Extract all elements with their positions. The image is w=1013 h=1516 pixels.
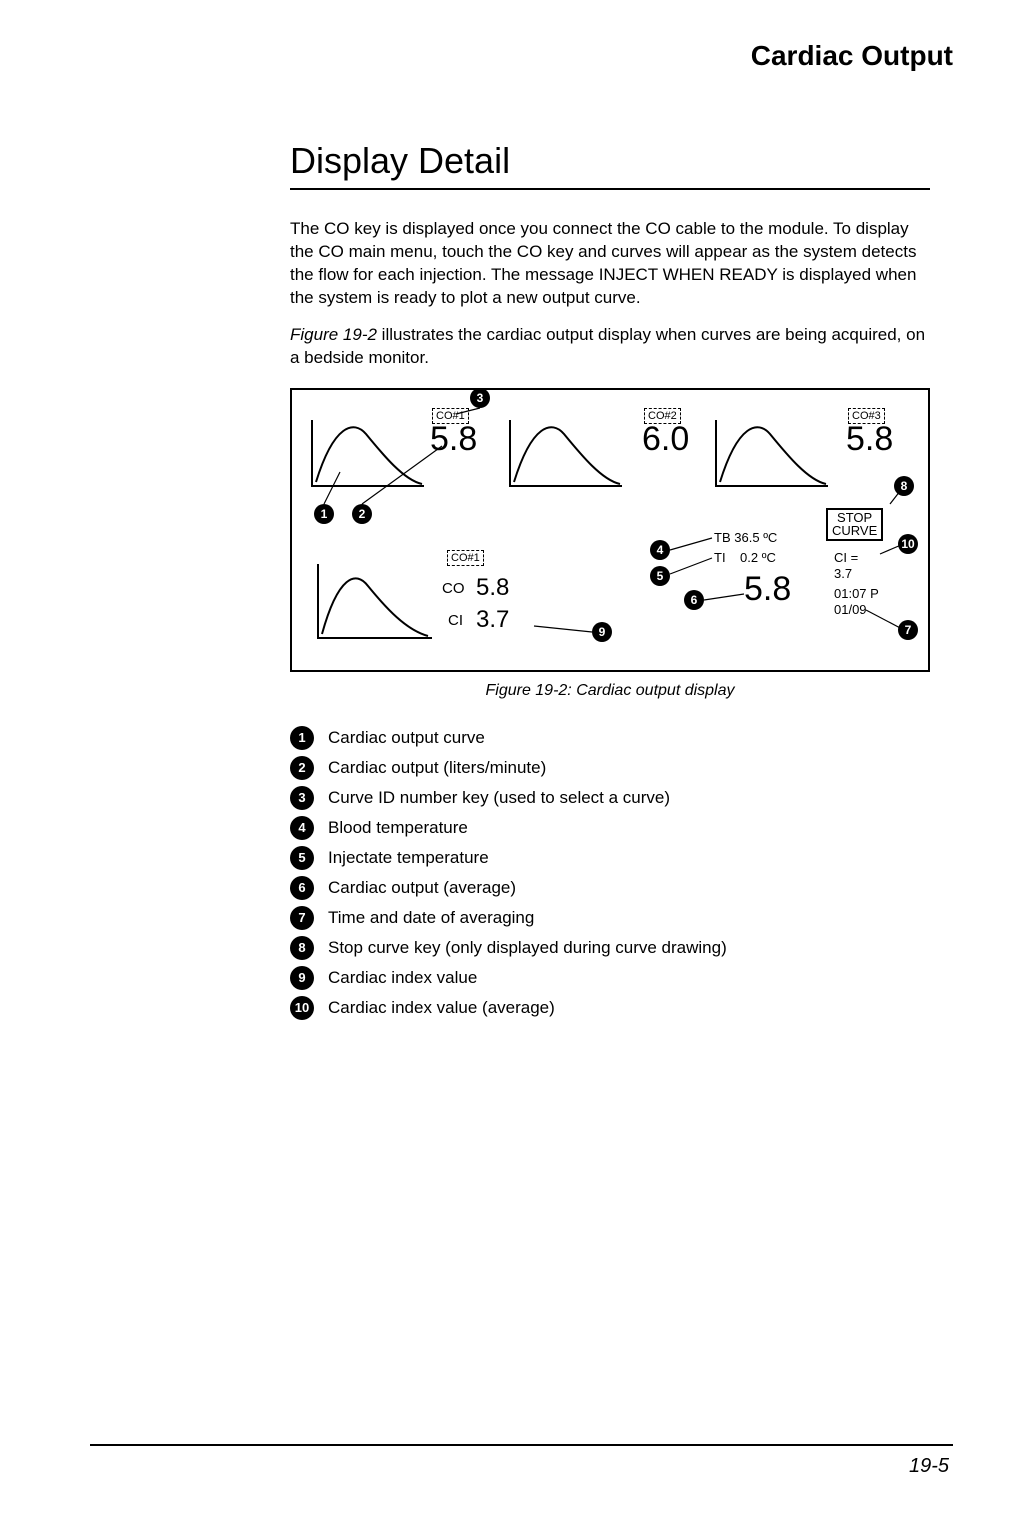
legend-text: Cardiac output (average) (328, 878, 516, 898)
legend-row: 4 Blood temperature (290, 816, 930, 840)
footer-rule (90, 1444, 953, 1446)
legend-text: Blood temperature (328, 818, 468, 838)
tb-label: TB 36.5 ºC (714, 530, 777, 545)
avg-co-value: 5.8 (744, 570, 791, 609)
legend-text: Injectate temperature (328, 848, 489, 868)
legend-num: 2 (290, 756, 314, 780)
legend-row: 3 Curve ID number key (used to select a c… (290, 786, 930, 810)
page: Cardiac Output Display Detail The CO key… (0, 0, 1013, 1516)
legend-row: 1 Cardiac output curve (290, 726, 930, 750)
section-title: Display Detail (290, 140, 930, 182)
legend-text: Curve ID number key (used to select a cu… (328, 788, 670, 808)
ti-label: TI 0.2 ºC (714, 550, 776, 565)
callout-8: 8 (894, 476, 914, 496)
avg-date: 01/09 (834, 602, 867, 617)
legend-row: 10 Cardiac index value (average) (290, 996, 930, 1020)
ci-eq-value: 3.7 (834, 566, 852, 581)
callout-5: 5 (650, 566, 670, 586)
ci-eq-label: CI = (834, 550, 858, 565)
avg-time: 01:07 P (834, 586, 879, 601)
legend-row: 9 Cardiac index value (290, 966, 930, 990)
legend-num: 9 (290, 966, 314, 990)
running-head: Cardiac Output (751, 40, 953, 72)
callout-6: 6 (684, 590, 704, 610)
figure-box: CO#1 5.8 CO#2 6.0 CO#3 5.8 1 (290, 388, 930, 672)
section-rule (290, 188, 930, 190)
legend: 1 Cardiac output curve 2 Cardiac output (l… (290, 726, 930, 1020)
callout-4: 4 (650, 540, 670, 560)
stop-curve-line1: STOP (832, 511, 877, 525)
legend-text: Cardiac index value (328, 968, 477, 988)
legend-text: Stop curve key (only displayed during cu… (328, 938, 727, 958)
legend-text: Cardiac output (liters/minute) (328, 758, 546, 778)
detail-curve-id-key[interactable]: CO#1 (447, 550, 484, 566)
legend-row: 7 Time and date of averaging (290, 906, 930, 930)
figure-caption: Figure 19-2: Cardiac output display (290, 682, 930, 700)
legend-row: 5 Injectate temperature (290, 846, 930, 870)
callout-7: 7 (898, 620, 918, 640)
detail-curve (312, 558, 442, 648)
paragraph-2-rest: illustrates the cardiac output display w… (290, 325, 925, 367)
detail-ci-value: 3.7 (476, 606, 509, 634)
legend-text: Cardiac output curve (328, 728, 485, 748)
legend-row: 8 Stop curve key (only displayed during c… (290, 936, 930, 960)
page-number: 19-5 (909, 1455, 949, 1478)
stop-curve-button[interactable]: STOP CURVE (826, 508, 883, 541)
legend-num: 7 (290, 906, 314, 930)
legend-num: 6 (290, 876, 314, 900)
callout-10: 10 (898, 534, 918, 554)
curve-svg (312, 558, 442, 648)
legend-num: 10 (290, 996, 314, 1020)
legend-text: Cardiac index value (average) (328, 998, 555, 1018)
callout-9: 9 (592, 622, 612, 642)
legend-row: 2 Cardiac output (liters/minute) (290, 756, 930, 780)
content-column: Display Detail The CO key is displayed o… (290, 140, 930, 1020)
detail-co-label: CO (442, 580, 465, 597)
legend-row: 6 Cardiac output (average) (290, 876, 930, 900)
detail-co-value: 5.8 (476, 574, 509, 602)
figure-ref: Figure 19-2 (290, 325, 377, 344)
legend-num: 3 (290, 786, 314, 810)
legend-num: 4 (290, 816, 314, 840)
legend-num: 5 (290, 846, 314, 870)
legend-num: 1 (290, 726, 314, 750)
detail-ci-label: CI (448, 612, 463, 629)
paragraph-1: The CO key is displayed once you connect… (290, 218, 930, 310)
paragraph-2: Figure 19-2 illustrates the cardiac outp… (290, 324, 930, 370)
legend-text: Time and date of averaging (328, 908, 534, 928)
stop-curve-line2: CURVE (832, 524, 877, 538)
legend-num: 8 (290, 936, 314, 960)
